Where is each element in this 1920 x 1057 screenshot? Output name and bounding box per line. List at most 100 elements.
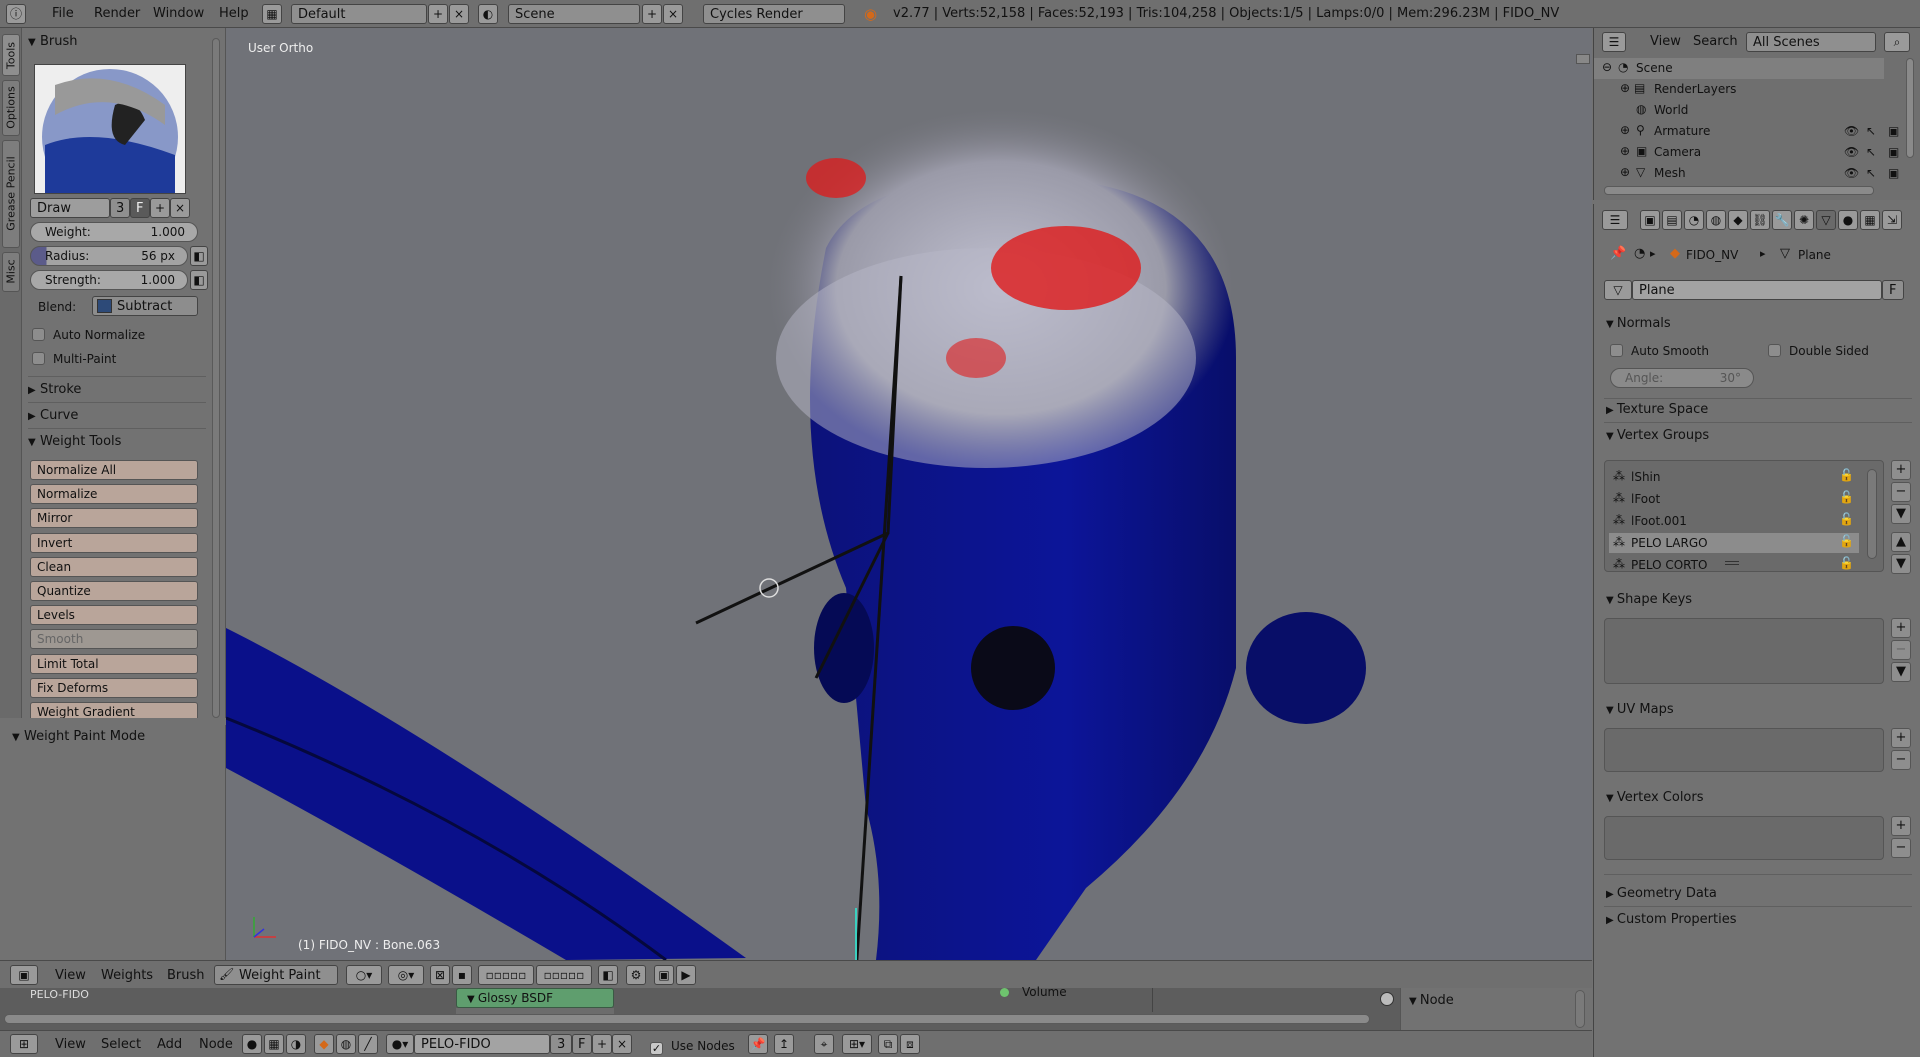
node-sidebar-scrollbar[interactable] (1575, 990, 1585, 1028)
shape-key-specials-button[interactable]: ▼ (1891, 662, 1911, 682)
info-editor-icon[interactable]: ⓘ (6, 4, 26, 24)
3d-view-editor-icon[interactable]: ▣ (10, 965, 38, 985)
expand-icon[interactable]: ⊕ (1620, 81, 1630, 95)
outliner-row-scene[interactable]: ⊖ ◔ Scene (1594, 58, 1884, 79)
weight-tool-fix-deforms-button[interactable]: Fix Deforms (30, 677, 198, 698)
menu-render[interactable]: Render (94, 6, 140, 21)
copy-nodes-icon[interactable]: ⧉ (878, 1034, 898, 1054)
add-shape-key-button[interactable]: + (1891, 618, 1911, 638)
go-parent-tree-icon[interactable]: ↥ (774, 1034, 794, 1054)
material-name-field[interactable]: PELO-FIDO (414, 1034, 550, 1054)
brush-users-count[interactable]: 3 (110, 198, 130, 218)
vertex-colors-panel-header[interactable]: ▼ Vertex Colors (1606, 790, 1704, 805)
radius-pressure-icon[interactable]: ◧ (190, 246, 208, 266)
outliner-row-armature[interactable]: ⊕ ⚲ Armature (1594, 121, 1884, 142)
weight-tool-invert-button[interactable]: Invert (30, 532, 198, 553)
select-arrow-icon[interactable]: ↖ (1866, 166, 1876, 180)
outliner-menu-view[interactable]: View (1650, 34, 1681, 49)
weight-tool-levels-button[interactable]: Levels (30, 605, 198, 626)
remove-material-icon[interactable]: × (612, 1034, 632, 1054)
local-layer-icon[interactable]: ◧ (598, 965, 618, 985)
vertex-groups-list[interactable]: ⁂ lShin 🔓 ⁂ lFoot 🔓 ⁂ lFoot.001 🔓 ⁂ PELO LARGO 🔓 ⁂ PE… (1604, 460, 1884, 572)
shape-keys-panel-header[interactable]: ▼ Shape Keys (1606, 592, 1692, 607)
visibility-eye-icon[interactable]: 👁 (1844, 166, 1859, 180)
weight-tools-panel-header[interactable]: ▼ Weight Tools (28, 434, 222, 456)
outliner-v-scrollbar[interactable] (1906, 58, 1914, 158)
lock-icon[interactable]: 🔓 (1839, 534, 1854, 548)
material-browse-icon[interactable]: ●▾ (386, 1034, 414, 1054)
texture-tree-icon[interactable]: ▦ (264, 1034, 284, 1054)
auto-smooth-checkbox[interactable]: Auto Smooth (1610, 344, 1709, 358)
vertex-group-row[interactable]: ⁂ PELO CORTO 🔓 (1609, 555, 1859, 575)
strength-pressure-icon[interactable]: ◧ (190, 270, 208, 290)
breadcrumb-data[interactable]: Plane (1798, 248, 1831, 262)
pivot-point-select[interactable]: ◎▾ (388, 965, 424, 985)
object-tab-icon[interactable]: ◆ (1728, 210, 1748, 230)
expand-icon[interactable]: ⊕ (1620, 165, 1630, 179)
snap-element-select[interactable]: ⊞▾ (842, 1034, 872, 1054)
move-group-up-button[interactable]: ▲ (1891, 532, 1911, 552)
scene-tab-icon[interactable]: ◔ (1684, 210, 1704, 230)
select-arrow-icon[interactable]: ↖ (1866, 145, 1876, 159)
move-group-down-button[interactable]: ▼ (1891, 554, 1911, 574)
screen-layout-icon[interactable]: ▦ (262, 4, 282, 24)
scene-select[interactable]: Scene (508, 4, 640, 24)
remove-layout-icon[interactable]: × (449, 4, 469, 24)
node-panel-header[interactable]: ▼ Node (1409, 993, 1454, 1008)
physics-tab-icon[interactable]: ⇲ (1882, 210, 1902, 230)
uv-maps-panel-header[interactable]: ▼ UV Maps (1606, 702, 1674, 717)
add-uv-map-button[interactable]: + (1891, 728, 1911, 748)
brush-preview[interactable] (34, 64, 186, 205)
stroke-panel-header[interactable]: ▶ Stroke (28, 382, 222, 404)
remove-uv-map-button[interactable]: − (1891, 750, 1911, 770)
vertex-mask-icon[interactable]: ▪ (452, 965, 472, 985)
weight-tool-clean-button[interactable]: Clean (30, 556, 198, 577)
line-style-icon[interactable]: ╱ (358, 1034, 378, 1054)
weight-tool-normalize-all-button[interactable]: Normalize All (30, 460, 198, 480)
node-menu-select[interactable]: Select (101, 1037, 141, 1052)
volume-socket[interactable] (1000, 988, 1009, 997)
outliner-row-mesh[interactable]: ⊕ ▽ Mesh (1594, 163, 1884, 184)
blend-mode-select[interactable]: Subtract (92, 296, 198, 316)
interaction-mode-select[interactable]: 🖌 Weight Paint (214, 965, 338, 985)
mesh-fake-user-toggle[interactable]: F (1882, 280, 1904, 300)
brush-panel-header[interactable]: ▼ Brush (28, 34, 222, 56)
tool-shelf-scrollbar[interactable] (212, 38, 220, 718)
remove-vertex-color-button[interactable]: − (1891, 838, 1911, 858)
mesh-name-field[interactable]: Plane (1632, 280, 1882, 300)
expand-icon[interactable]: ⊕ (1620, 144, 1630, 158)
add-layout-icon[interactable]: + (428, 4, 448, 24)
node-editor-icon[interactable]: ⊞ (10, 1034, 38, 1054)
shader-tree-icon[interactable]: ● (242, 1034, 262, 1054)
uv-maps-list[interactable] (1604, 728, 1884, 772)
view3d-menu-view[interactable]: View (55, 968, 86, 983)
double-sided-checkbox[interactable]: Double Sided (1768, 344, 1869, 358)
weight-paint-mode-header[interactable]: ▼ Weight Paint Mode (12, 729, 206, 751)
layers-selector[interactable]: ▫▫▫▫▫ (478, 965, 534, 985)
outliner-row-renderlayers[interactable]: ⊕ ▤ RenderLayers (1594, 79, 1884, 100)
tab-misc[interactable]: Misc (2, 252, 20, 292)
visibility-eye-icon[interactable]: 👁 (1844, 145, 1859, 159)
outliner-display-select[interactable]: All Scenes (1746, 32, 1876, 52)
world-shader-icon[interactable]: ◍ (336, 1034, 356, 1054)
view3d-menu-brush[interactable]: Brush (167, 968, 205, 983)
add-vertex-group-button[interactable]: + (1891, 460, 1911, 480)
geometry-data-panel-header[interactable]: ▶ Geometry Data (1606, 886, 1717, 901)
strength-slider[interactable]: Strength: 1.000 (30, 270, 188, 290)
custom-properties-panel-header[interactable]: ▶ Custom Properties (1606, 912, 1737, 927)
outliner-menu-search[interactable]: Search (1693, 34, 1738, 49)
layout-select[interactable]: Default (291, 4, 427, 24)
normals-panel-header[interactable]: ▼ Normals (1606, 316, 1671, 331)
lock-icon[interactable]: 🔓 (1839, 556, 1854, 570)
mesh-browse-icon[interactable]: ▽ (1604, 280, 1632, 300)
paste-nodes-icon[interactable]: ⧈ (900, 1034, 920, 1054)
snap-toggle-icon[interactable]: ⌖ (814, 1034, 834, 1054)
remove-scene-icon[interactable]: × (663, 4, 683, 24)
breadcrumb-object[interactable]: FIDO_NV (1686, 248, 1738, 262)
texture-space-panel-header[interactable]: ▶ Texture Space (1606, 402, 1708, 417)
brush-name-field[interactable]: Draw (30, 198, 110, 218)
layers-selector-2[interactable]: ▫▫▫▫▫ (536, 965, 592, 985)
expand-icon[interactable]: ⊕ (1620, 123, 1630, 137)
lock-icon[interactable]: 🔓 (1839, 468, 1854, 482)
remove-brush-icon[interactable]: × (170, 198, 190, 218)
